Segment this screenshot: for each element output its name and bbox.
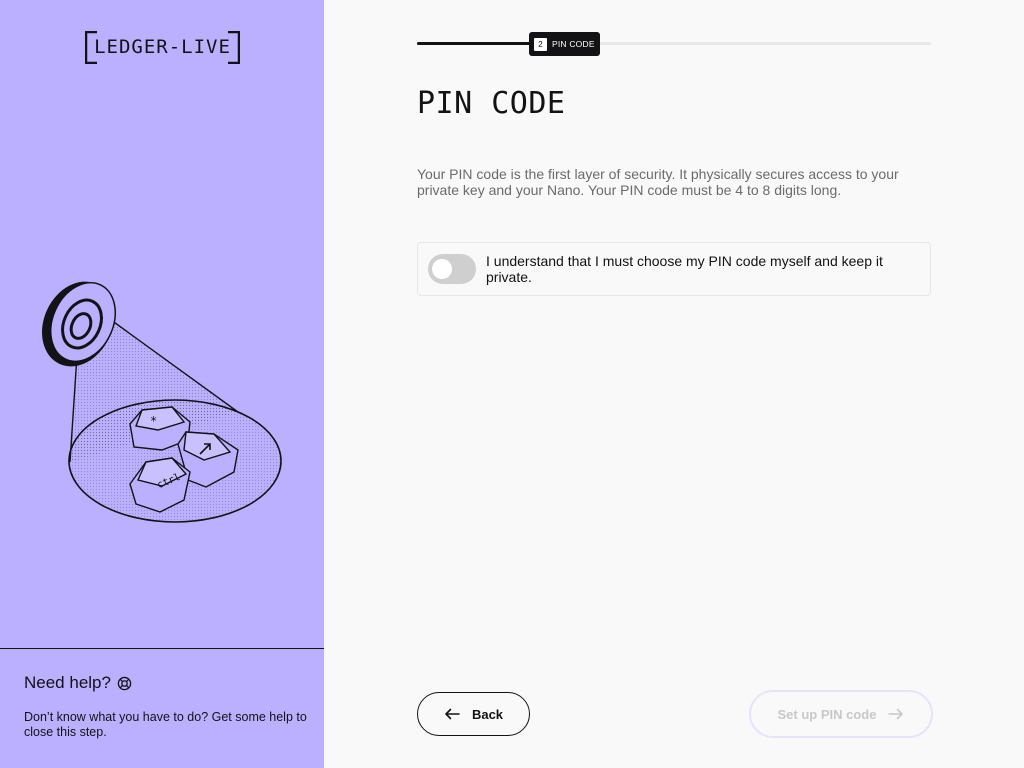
arrow-right-icon (888, 708, 904, 720)
step-label: PIN CODE (552, 39, 595, 49)
sidebar: LEDGER-LIVE * ctrl Need help? Don’t know… (0, 0, 324, 768)
help-text: Don’t know what you have to do? Get some… (24, 710, 307, 739)
page-description: Your PIN code is the first layer of secu… (417, 166, 899, 198)
back-button-label: Back (471, 706, 504, 722)
step-number: 2 (534, 37, 547, 51)
ledger-live-logo: LEDGER-LIVE (85, 31, 240, 64)
setup-pin-button-label: Set up PIN code (777, 706, 877, 722)
acknowledgement-box[interactable]: I understand that I must choose my PIN c… (417, 242, 931, 296)
current-step-badge: 2 PIN CODE (529, 32, 600, 56)
svg-text:*: * (150, 414, 157, 428)
logo-text: LEDGER-LIVE (94, 36, 231, 58)
page-title: PIN CODE (417, 86, 566, 121)
help-title[interactable]: Need help? (24, 673, 132, 693)
stepper-progress (417, 42, 535, 45)
help-title-text: Need help? (24, 673, 111, 692)
help-section: Need help? Don’t know what you have to d… (0, 648, 324, 768)
main-content: 2 PIN CODE PIN CODE Your PIN code is the… (324, 0, 1024, 768)
lifebuoy-icon (117, 676, 132, 691)
setup-pin-button[interactable]: Set up PIN code (749, 690, 933, 738)
pin-keys-illustration: * ctrl (38, 272, 288, 532)
acknowledgement-label[interactable]: I understand that I must choose my PIN c… (486, 253, 926, 285)
acknowledgement-toggle[interactable] (428, 254, 476, 284)
arrow-left-icon (444, 708, 460, 720)
back-button[interactable]: Back (417, 692, 530, 736)
toggle-knob (432, 259, 452, 279)
